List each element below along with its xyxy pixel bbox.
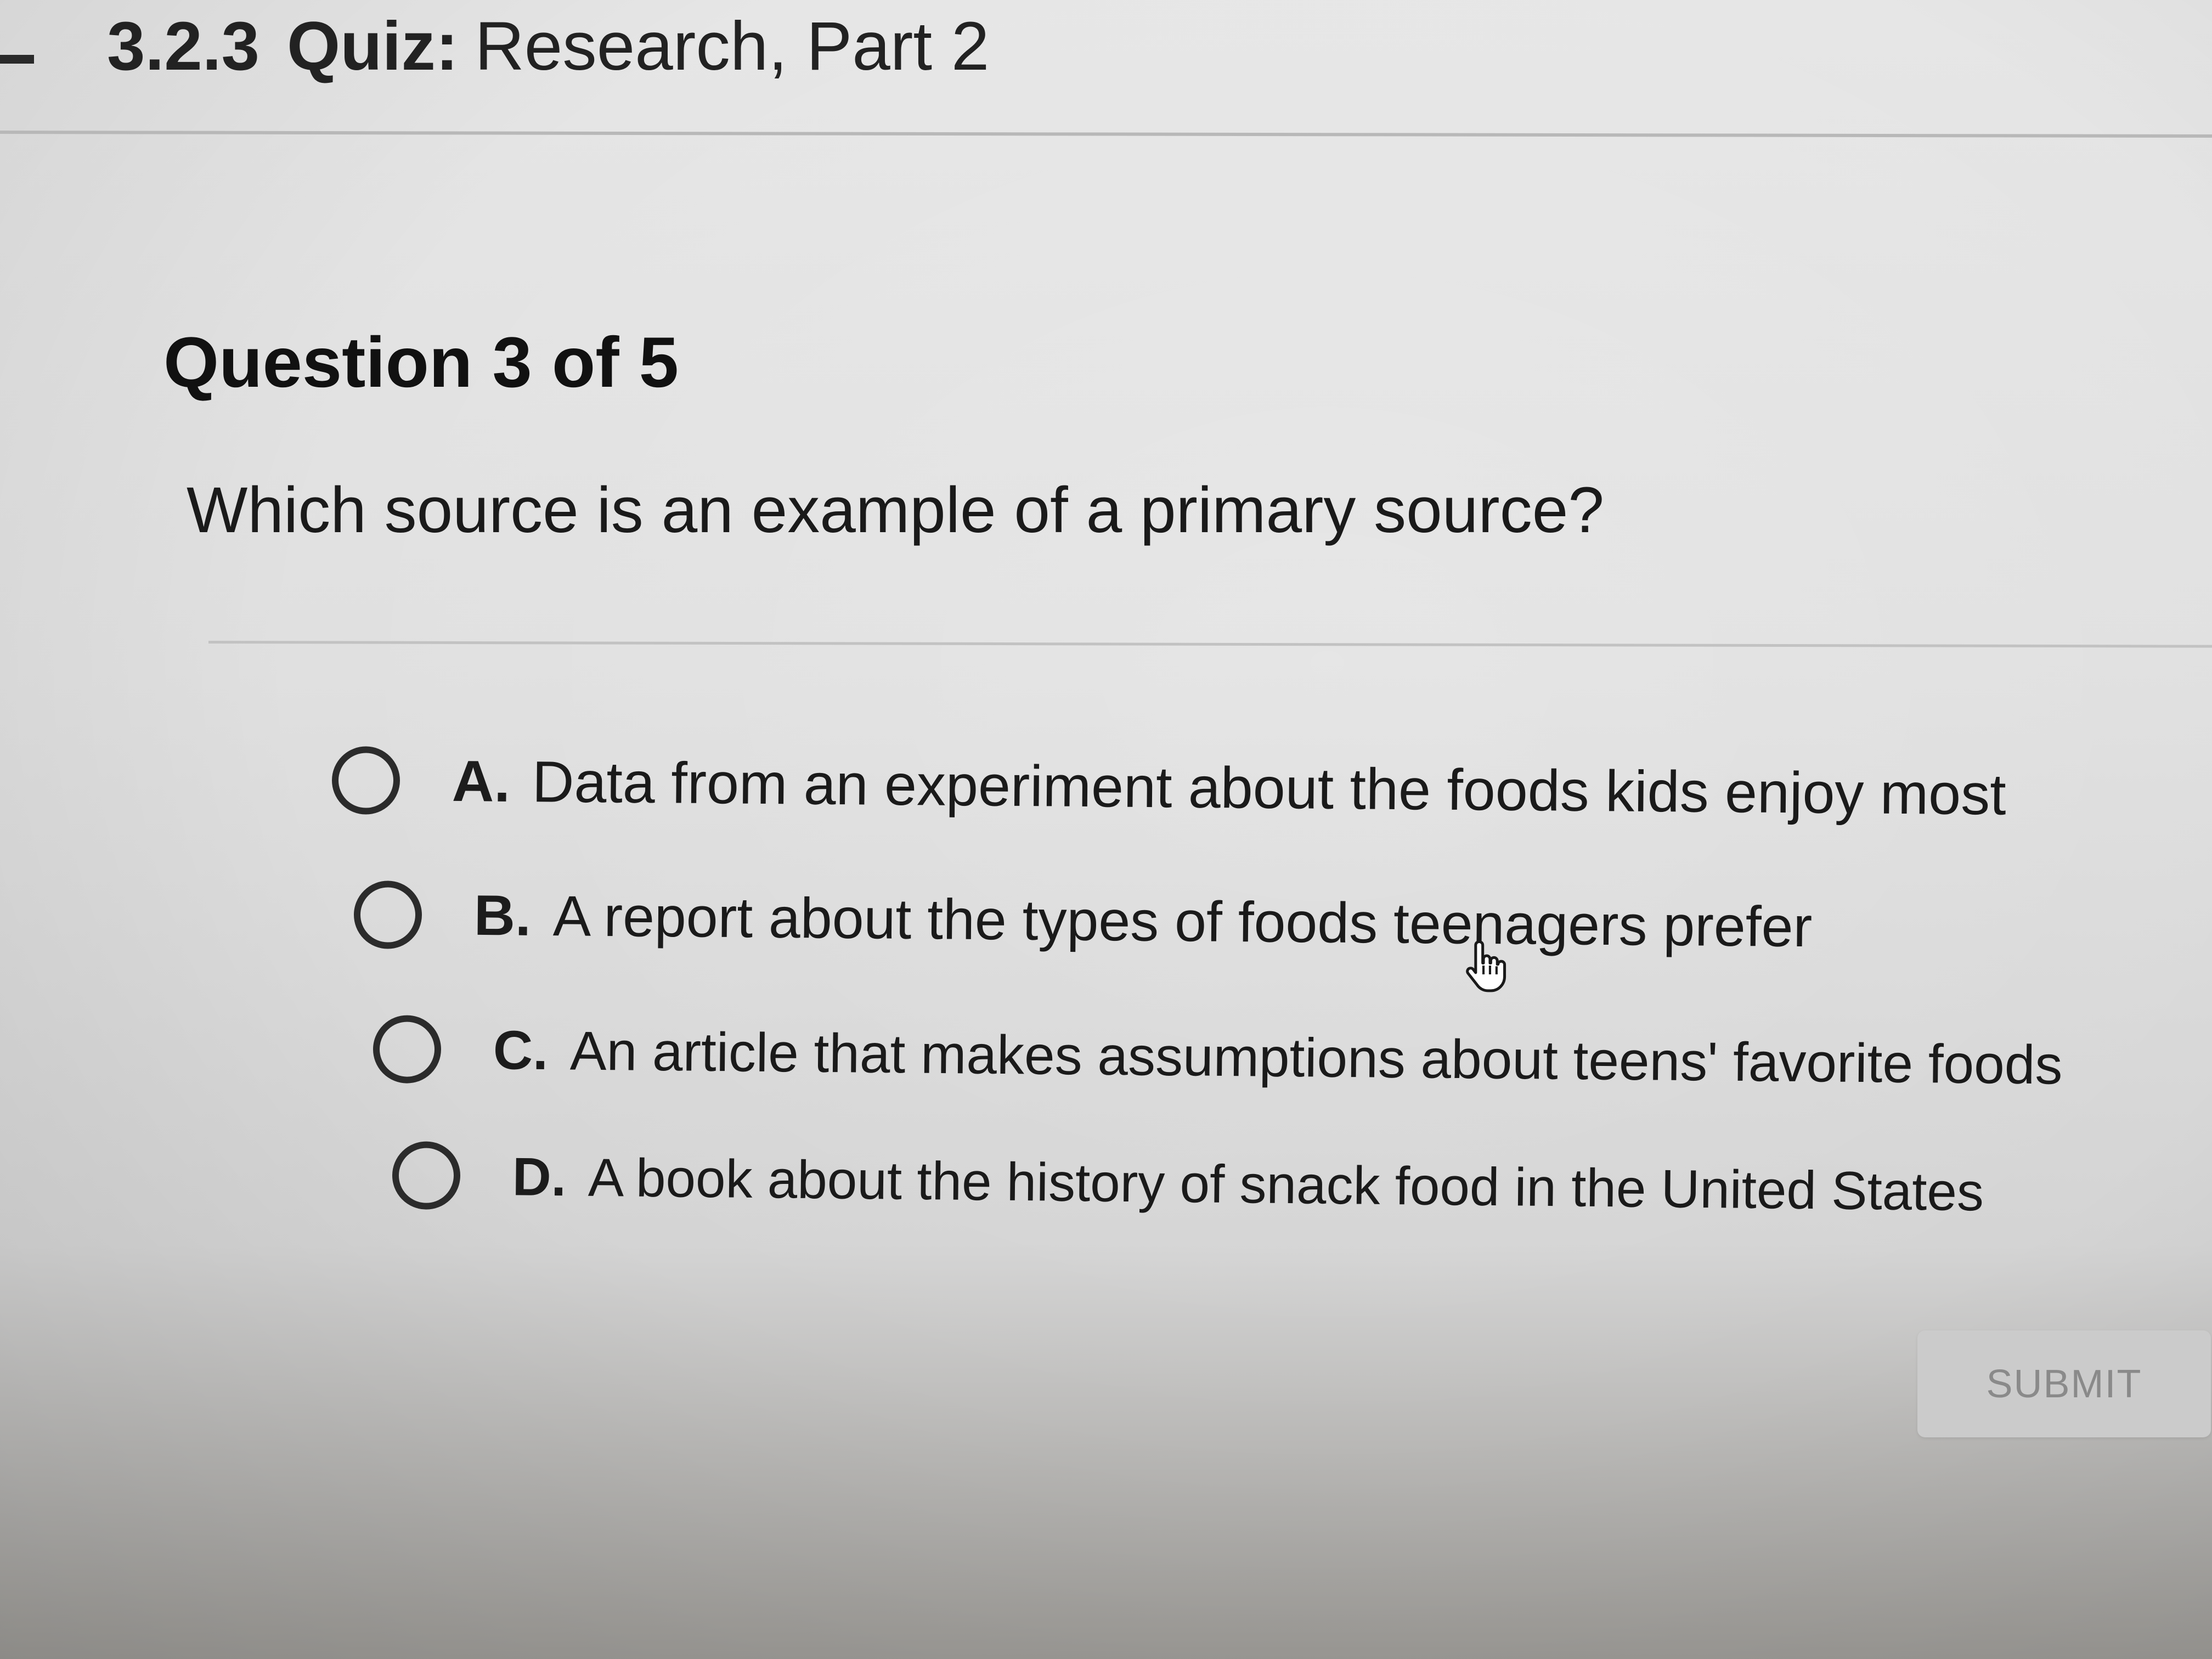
answer-options: A. Data from an experiment about the foo… <box>0 0 2212 1659</box>
option-text: A report about the types of foods teenag… <box>552 884 1813 959</box>
radio-button-c[interactable] <box>373 1015 442 1084</box>
radio-button-d[interactable] <box>392 1141 461 1210</box>
option-letter: B. <box>473 883 532 948</box>
option-b[interactable]: B. A report about the types of foods tee… <box>353 881 1813 961</box>
radio-button-a[interactable] <box>331 746 400 815</box>
option-letter: C. <box>493 1019 549 1081</box>
hand-pointer-icon <box>1466 940 1506 992</box>
option-text: A book about the history of snack food i… <box>588 1147 1984 1222</box>
option-letter: A. <box>452 748 511 814</box>
radio-button-b[interactable] <box>353 881 422 950</box>
submit-button[interactable]: SUBMIT <box>1917 1330 2211 1437</box>
option-text: An article that makes assumptions about … <box>569 1019 2063 1096</box>
option-c[interactable]: C. An article that makes assumptions abo… <box>373 1015 2063 1099</box>
option-text: Data from an experiment about the foods … <box>532 749 2007 827</box>
option-a[interactable]: A. Data from an experiment about the foo… <box>331 746 2006 829</box>
option-d[interactable]: D. A book about the history of snack foo… <box>392 1141 1984 1226</box>
option-letter: D. <box>512 1146 567 1207</box>
